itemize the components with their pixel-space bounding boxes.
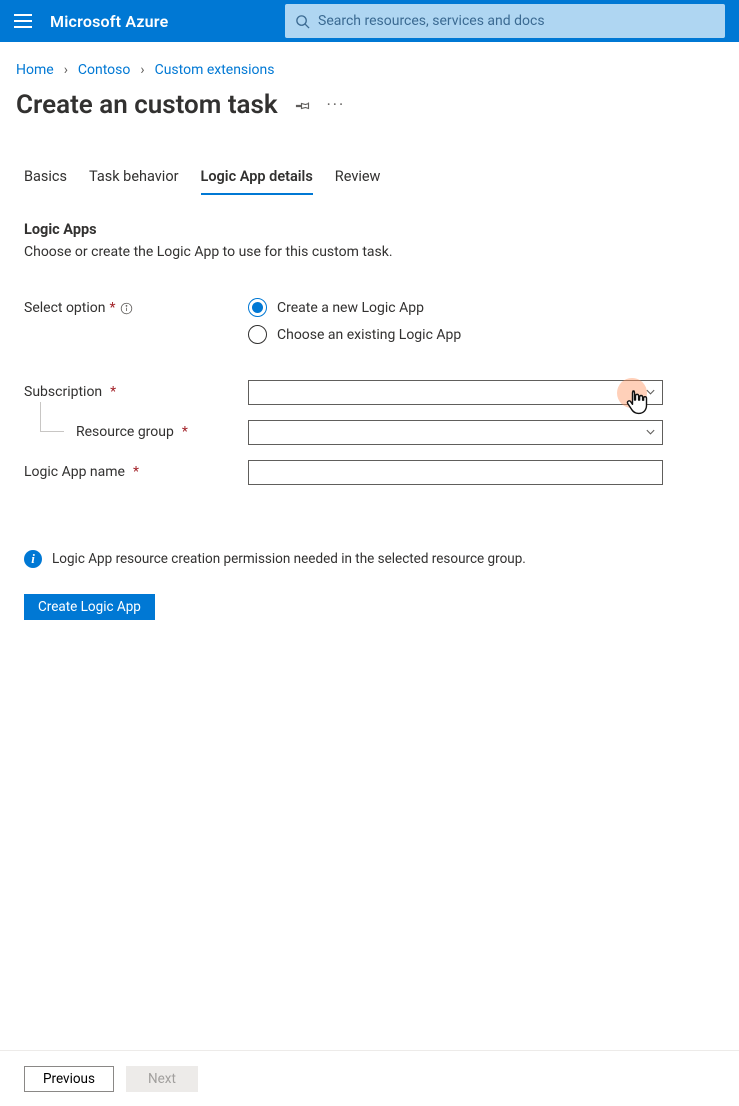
previous-button[interactable]: Previous xyxy=(24,1066,114,1092)
info-icon[interactable] xyxy=(120,302,133,315)
row-logic-app-name: Logic App name * xyxy=(24,456,715,488)
subscription-label: Subscription * xyxy=(24,384,248,400)
topbar: Microsoft Azure xyxy=(0,0,739,42)
create-logic-app-button[interactable]: Create Logic App xyxy=(24,594,155,620)
resource-group-dropdown[interactable] xyxy=(248,420,663,445)
radio-choose-existing[interactable]: Choose an existing Logic App xyxy=(248,325,461,344)
search-box[interactable] xyxy=(285,4,725,38)
tab-logic-app-details[interactable]: Logic App details xyxy=(201,164,313,195)
section-logic-apps: Logic Apps Choose or create the Logic Ap… xyxy=(0,195,739,270)
footer: Previous Next xyxy=(0,1050,739,1106)
chevron-right-icon: › xyxy=(64,62,68,78)
chevron-down-icon xyxy=(645,387,656,398)
chevron-down-icon xyxy=(645,427,656,438)
row-resource-group: Resource group * xyxy=(24,416,715,448)
page-title: Create an custom task xyxy=(16,90,278,120)
form-fields: Subscription * Resource group * xyxy=(0,352,739,488)
tree-connector-icon xyxy=(40,402,64,432)
resource-group-label: Resource group * xyxy=(24,424,248,440)
row-subscription: Subscription * xyxy=(24,376,715,408)
select-option-label: Select option * xyxy=(24,298,248,316)
breadcrumb-contoso[interactable]: Contoso xyxy=(78,62,130,78)
select-option-group: Select option * Create a new Logic App C… xyxy=(0,270,739,352)
tab-basics[interactable]: Basics xyxy=(24,164,67,195)
radio-label: Choose an existing Logic App xyxy=(277,327,461,343)
section-description: Choose or create the Logic App to use fo… xyxy=(24,244,715,260)
radio-icon xyxy=(248,325,267,344)
logic-app-name-input[interactable] xyxy=(248,460,663,485)
tabs: Basics Task behavior Logic App details R… xyxy=(0,128,739,195)
more-icon[interactable]: ··· xyxy=(327,97,346,113)
hamburger-icon[interactable] xyxy=(14,14,32,28)
info-text: Logic App resource creation permission n… xyxy=(52,551,526,567)
breadcrumb-home[interactable]: Home xyxy=(16,62,54,78)
info-circle-icon: i xyxy=(24,550,42,568)
brand-label: Microsoft Azure xyxy=(50,12,168,31)
section-heading: Logic Apps xyxy=(24,221,715,238)
breadcrumb: Home › Contoso › Custom extensions xyxy=(0,42,739,84)
info-banner: i Logic App resource creation permission… xyxy=(0,496,739,568)
logic-app-name-label: Logic App name * xyxy=(24,464,248,480)
radio-create-new[interactable]: Create a new Logic App xyxy=(248,298,461,317)
chevron-right-icon: › xyxy=(140,62,144,78)
breadcrumb-custom-extensions[interactable]: Custom extensions xyxy=(155,62,275,78)
search-input[interactable] xyxy=(318,13,715,29)
title-row: Create an custom task ··· xyxy=(0,84,739,128)
tab-review[interactable]: Review xyxy=(335,164,381,195)
radio-label: Create a new Logic App xyxy=(277,300,424,316)
subscription-dropdown[interactable] xyxy=(248,380,663,405)
pin-icon[interactable] xyxy=(294,97,311,114)
radio-icon xyxy=(248,298,267,317)
next-button: Next xyxy=(126,1066,198,1092)
search-icon xyxy=(295,14,310,29)
tab-task-behavior[interactable]: Task behavior xyxy=(89,164,179,195)
search-wrap xyxy=(278,4,725,38)
